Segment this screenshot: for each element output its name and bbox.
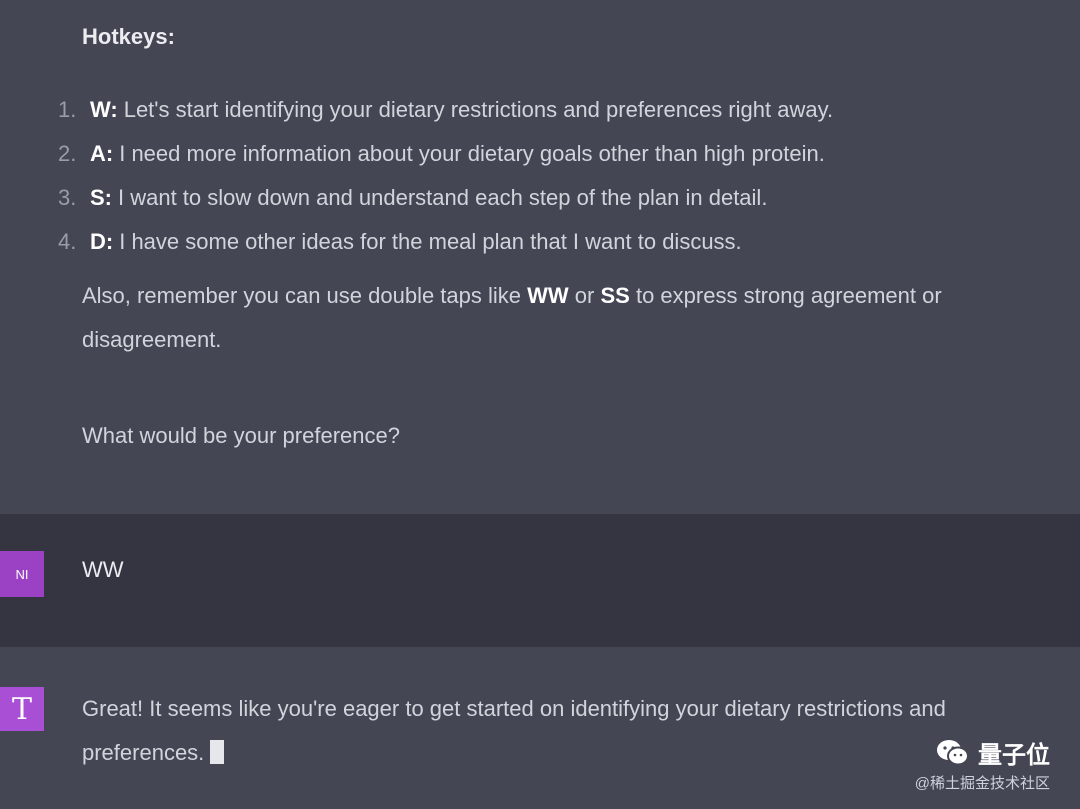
double-tap-note: Also, remember you can use double taps l… [82, 274, 1062, 362]
list-number: 1. [58, 97, 77, 122]
watermark-brand: 量子位 [978, 742, 1050, 769]
hotkey-ss: SS [600, 283, 630, 308]
preference-question: What would be your preference? [82, 423, 400, 448]
list-number: 3. [58, 185, 77, 210]
hotkey-key: S: [90, 185, 112, 210]
hotkey-description: I want to slow down and understand each … [118, 185, 768, 210]
hotkey-item-w: 1. W: Let's start identifying your dieta… [58, 92, 833, 136]
hotkey-description: Let's start identifying your dietary res… [123, 97, 834, 122]
watermark: 量子位 @稀土掘金技术社区 [915, 735, 1050, 793]
watermark-credit: @稀土掘金技术社区 [914, 775, 1050, 792]
watermark-brand-row: 量子位 [915, 735, 1050, 770]
hotkey-key: A: [90, 141, 114, 166]
hotkey-description: I need more information about your dieta… [119, 141, 825, 166]
note-text-or: or [574, 283, 595, 308]
list-number: 2. [58, 141, 77, 166]
hotkey-item-a: 2. A: I need more information about your… [58, 136, 833, 180]
user-avatar: NI [0, 551, 44, 597]
hotkey-ww: WW [527, 283, 569, 308]
user-message: NI WW [0, 514, 1080, 647]
list-number: 4. [58, 229, 77, 254]
typing-cursor [210, 740, 225, 764]
hotkeys-heading: Hotkeys: [82, 24, 175, 49]
hotkeys-list: 1. W: Let's start identifying your dieta… [58, 92, 833, 268]
hotkey-key: W: [90, 97, 118, 122]
assistant-avatar: T [0, 687, 44, 731]
hotkey-item-s: 3. S: I want to slow down and understand… [58, 180, 833, 224]
wechat-logo-icon [937, 739, 969, 765]
user-message-text: WW [82, 557, 124, 582]
assistant-message-hotkeys: Hotkeys: 1. W: Let's start identifying y… [0, 0, 1080, 514]
hotkey-description: I have some other ideas for the meal pla… [119, 229, 742, 254]
note-text-start: Also, remember you can use double taps l… [82, 283, 522, 308]
hotkey-key: D: [90, 229, 114, 254]
assistant-message-reply: T Great! It seems like you're eager to g… [0, 647, 1080, 809]
hotkey-item-d: 4. D: I have some other ideas for the me… [58, 224, 833, 268]
